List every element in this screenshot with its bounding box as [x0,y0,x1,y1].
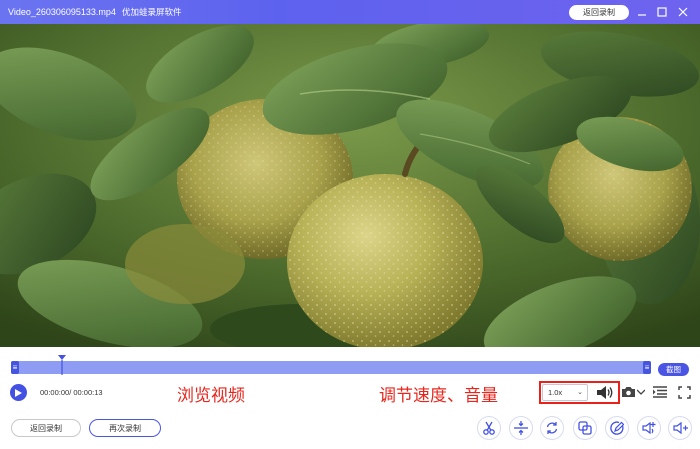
volume-split-icon[interactable] [668,416,692,440]
merge-icon[interactable] [509,416,533,440]
play-button[interactable] [10,384,27,401]
speed-value: 1.0x [548,388,563,397]
camera-icon[interactable] [620,385,636,399]
volume-add-icon[interactable] [637,416,661,440]
screenshot-button[interactable]: 截图 [658,363,689,376]
camera-options-chevron-icon[interactable] [636,387,645,397]
list-icon[interactable] [652,385,668,399]
video-preview[interactable] [0,24,700,347]
crop-icon[interactable] [573,416,597,440]
speed-select[interactable]: 1.0x ⌄ [542,384,588,401]
video-frame-pears [0,24,700,347]
volume-icon[interactable] [596,384,614,401]
record-again-button[interactable]: 再次录制 [89,419,161,437]
chevron-down-icon: ⌄ [577,389,583,396]
player-window: Video_260306095133.mp4 优加蛙录屏软件 返回录制 ≡ ≡ … [0,0,700,449]
title-bar: Video_260306095133.mp4 优加蛙录屏软件 返回录制 [0,0,700,24]
play-icon [15,388,22,397]
window-title: Video_260306095133.mp4 [8,7,116,17]
time-display: 00:00:00/ 00:00:13 [40,388,103,397]
annotation-browse: 浏览视频 [177,386,245,405]
maximize-icon[interactable] [654,4,670,20]
rotate-icon[interactable] [540,416,564,440]
annotation-adjust: 调节速度、音量 [379,386,498,405]
app-name: 优加蛙录屏软件 [121,7,182,17]
trim-end-handle[interactable]: ≡ [643,361,651,374]
playhead[interactable] [58,355,66,375]
back-to-record-footer-button[interactable]: 返回录制 [11,419,81,437]
minimize-icon[interactable] [634,4,650,20]
menu-icon[interactable] [614,4,630,20]
close-icon[interactable] [675,4,691,20]
timeline-track[interactable]: ≡ ≡ [11,361,651,374]
edit-icon[interactable] [605,416,629,440]
trim-start-handle[interactable]: ≡ [11,361,19,374]
scissors-icon[interactable] [477,416,501,440]
fullscreen-icon[interactable] [677,385,691,399]
player-controls: ≡ ≡ 截图 00:00:00/ 00:00:13 浏览视频 调节速度、音量 1… [0,347,700,449]
